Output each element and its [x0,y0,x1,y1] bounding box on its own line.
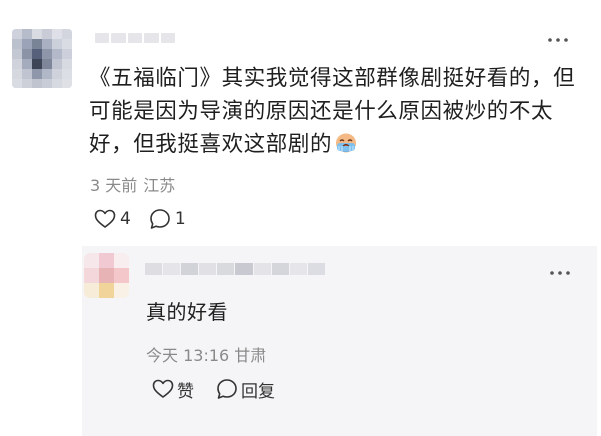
like-count: 4 [120,209,131,229]
comment-body: 《五福临门》其实我觉得这部群像剧挺好看的，但可能是因为导演的原因还是什么原因被炒… [89,62,579,161]
more-dots-icon-glyph [548,38,568,42]
reply-username-redacted[interactable] [145,263,325,275]
more-dots-icon[interactable] [544,30,574,50]
comment-location: 江苏 [143,176,176,195]
reply-actions: 赞 回复 [152,377,275,402]
crying-face-emoji-icon [336,133,357,153]
reply-avatar-image [84,253,129,298]
reply-count: 1 [174,209,186,229]
comment-bubble-icon [150,209,170,229]
reply-button[interactable]: 回复 [216,377,275,402]
comment-text: 《五福临门》其实我觉得这部群像剧挺好看的，但可能是因为导演的原因还是什么原因被炒… [89,66,576,157]
reply-avatar[interactable] [84,253,129,298]
reply-location: 甘肃 [234,346,267,365]
more-dots-icon-glyph [550,271,570,275]
comment-bubble-icon [217,379,237,399]
heart-icon [94,209,116,228]
comment-thread: 《五福临门》其实我觉得这部群像剧挺好看的，但可能是因为导演的原因还是什么原因被炒… [0,0,601,436]
reply-button[interactable]: 1 [149,208,186,230]
more-dots-icon[interactable] [546,263,576,283]
reply-meta: 今天 13:16 甘肃 [146,342,266,366]
reply-time: 今天 13:16 [146,346,230,365]
comment-actions: 4 1 [94,207,186,231]
heart-icon [152,379,174,398]
like-label: 赞 [177,381,194,402]
reply-label: 回复 [241,381,275,402]
comment-time: 3 天前 [90,176,138,195]
like-button[interactable]: 赞 [152,377,194,402]
comment-meta: 3 天前 江苏 [90,172,175,196]
reply-text: 真的好看 [146,300,228,324]
avatar[interactable] [12,29,72,88]
like-button[interactable]: 4 [94,209,131,229]
username-redacted[interactable] [95,33,176,47]
